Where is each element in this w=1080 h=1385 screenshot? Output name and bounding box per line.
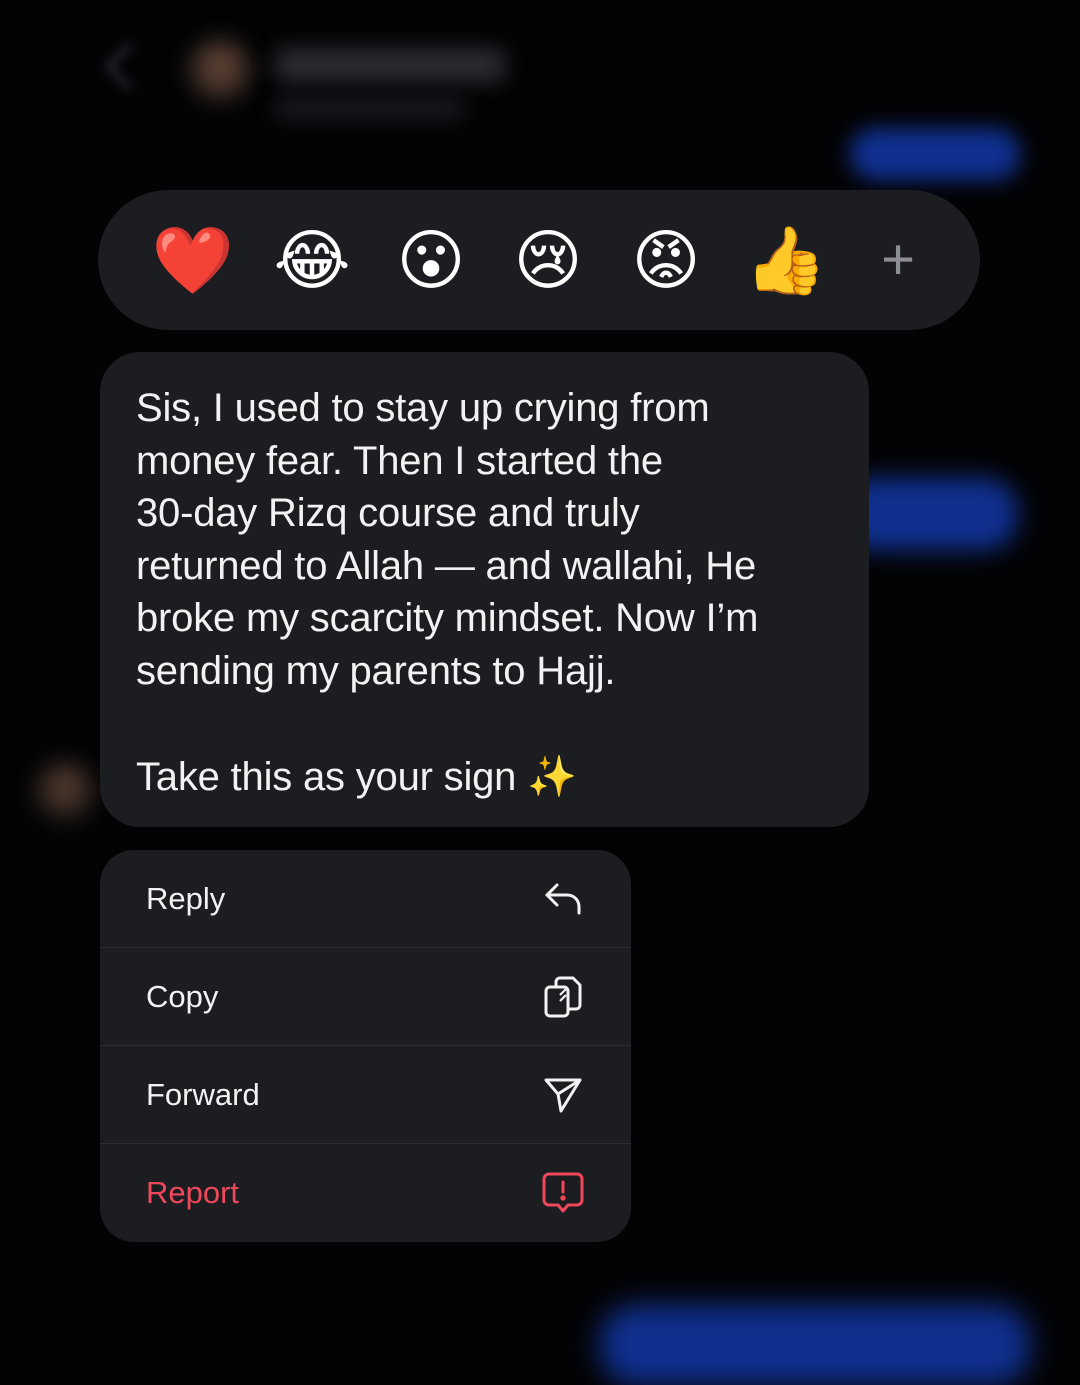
report-label: Report	[146, 1175, 240, 1210]
surprised-reaction-icon[interactable]: 😮	[386, 190, 476, 330]
message-context-menu: Reply Copy Forward Report	[100, 850, 631, 1242]
message-text-line: money fear. Then I started the	[136, 438, 663, 483]
laughing-tears-reaction-icon[interactable]: 😂	[267, 190, 357, 330]
message-text-line: broke my scarcity mindset. Now I’m	[136, 596, 759, 640]
crying-reaction-icon[interactable]: 😢	[503, 190, 593, 330]
contact-status-blurred	[275, 98, 465, 118]
back-chevron-icon	[105, 43, 152, 90]
angry-reaction-icon[interactable]: 😡	[621, 190, 711, 330]
report-menu-item[interactable]: Report	[100, 1144, 631, 1242]
message-text-line: sending my parents to Hajj.	[136, 648, 616, 693]
contact-name-blurred	[275, 48, 505, 82]
message-text-line: 30-day Rizq course and truly	[136, 491, 640, 535]
more-reactions-plus-icon[interactable]: +	[853, 190, 943, 330]
message-bubble[interactable]: Sis, I used to stay up crying from money…	[100, 352, 869, 827]
contact-avatar	[188, 38, 252, 102]
blurred-sent-bubble	[850, 128, 1020, 180]
message-text-line: Sis, I used to stay up crying from	[136, 386, 710, 430]
forward-menu-item[interactable]: Forward	[100, 1046, 631, 1144]
reply-label: Reply	[146, 881, 226, 916]
reply-arrow-icon	[541, 877, 585, 921]
thumbs-up-reaction-icon[interactable]: 👍	[741, 190, 831, 330]
message-text-line: returned to Allah — and wallahi, He	[136, 543, 757, 588]
copy-label: Copy	[146, 979, 219, 1014]
blurred-sent-bubble	[600, 1305, 1030, 1385]
send-icon	[541, 1073, 585, 1117]
message-closing-line: Take this as your sign ✨	[136, 755, 577, 799]
copy-icon	[541, 975, 585, 1019]
forward-label: Forward	[146, 1077, 260, 1112]
report-icon	[541, 1171, 585, 1215]
sender-avatar	[34, 760, 96, 822]
reply-menu-item[interactable]: Reply	[100, 850, 631, 948]
reaction-bar: ❤️ 😂 😮 😢 😡 👍 +	[98, 190, 980, 330]
heart-reaction-icon[interactable]: ❤️	[148, 190, 238, 330]
copy-menu-item[interactable]: Copy	[100, 948, 631, 1046]
